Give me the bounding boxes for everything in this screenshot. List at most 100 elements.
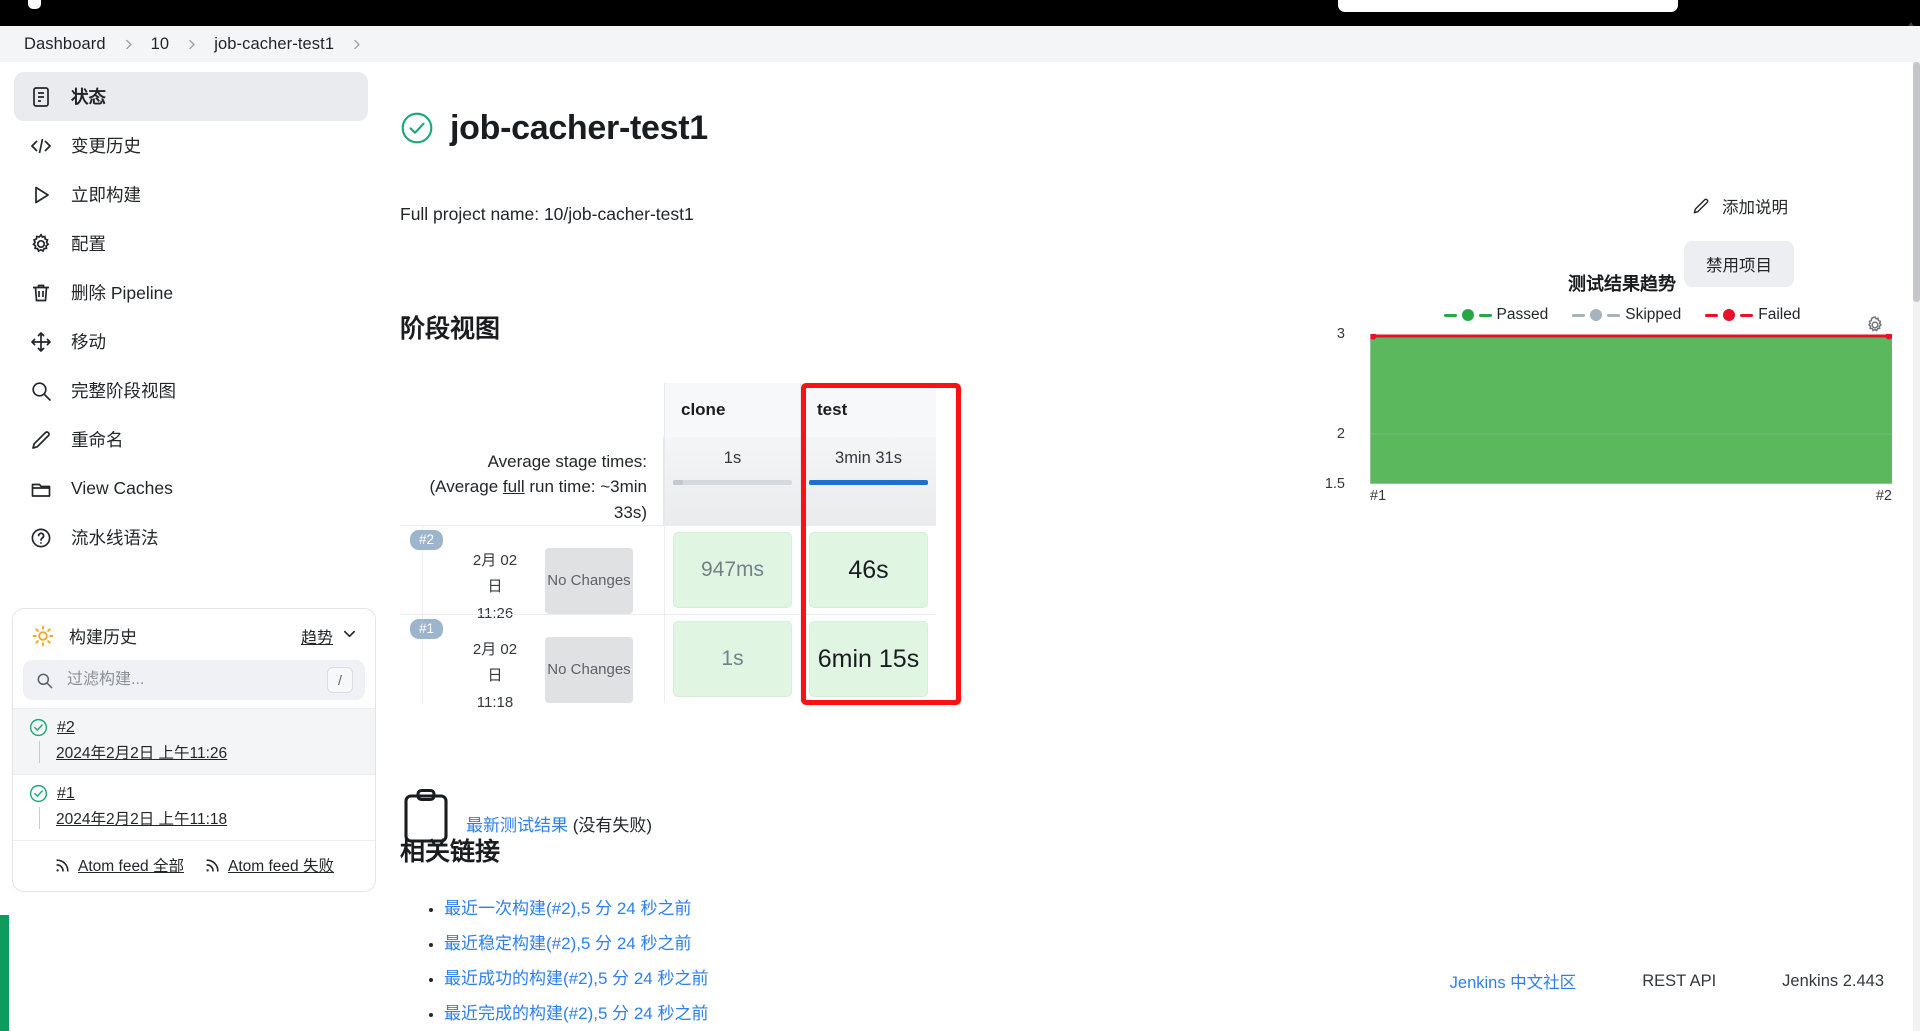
sidebar-item-changes[interactable]: 变更历史 [14, 121, 368, 170]
move-icon [28, 329, 54, 355]
document-icon [28, 84, 54, 110]
chart-svg [1369, 332, 1893, 485]
chart-title: 测试结果趋势 [1568, 274, 1676, 294]
search-icon [28, 378, 54, 404]
breadcrumb-item-dashboard[interactable]: Dashboard [18, 33, 112, 56]
sidebar-item-label: 重命名 [71, 430, 124, 450]
atom-feed-failed[interactable]: Atom feed 失败 [204, 854, 334, 876]
stage-cell[interactable]: 947ms [664, 525, 800, 615]
sidebar-item-status[interactable]: 状态 [14, 72, 368, 121]
pencil-icon [1693, 198, 1709, 214]
chevron-down-icon [342, 626, 357, 646]
legend-item-passed[interactable]: Passed [1443, 306, 1549, 324]
run-badge[interactable]: #2 [410, 530, 444, 551]
legend-line [1443, 313, 1457, 317]
sidebar-item-label: 删除 Pipeline [71, 283, 174, 303]
tab-indicator [28, 0, 41, 9]
build-timestamp[interactable]: 2024年2月2日 上午11:18 [39, 807, 227, 829]
build-filter[interactable]: / [23, 660, 365, 700]
related-links-list: 最近一次构建(#2),5 分 24 秒之前 最近稳定构建(#2),5 分 24 … [400, 894, 1800, 1024]
sidebar-item-view-caches[interactable]: View Caches [14, 464, 368, 513]
x-axis-tick-label: #2 [1875, 488, 1892, 504]
stage-cell[interactable]: 6min 15s [800, 614, 936, 704]
build-history-item[interactable]: #1 2024年2月2日 上午11:18 [13, 774, 375, 840]
sidebar-item-label: 流水线语法 [71, 528, 159, 548]
legend-label: Passed [1496, 306, 1549, 323]
breadcrumb-item-folder[interactable]: 10 [145, 33, 176, 56]
build-history-title: 构建历史 [69, 628, 137, 647]
build-number[interactable]: #1 [57, 785, 75, 803]
gear-icon [1867, 316, 1882, 332]
filter-shortcut-key: / [327, 667, 353, 693]
stage-cell[interactable]: 46s [800, 525, 936, 615]
jenkins-community-link[interactable]: Jenkins 中文社区 [1450, 969, 1577, 993]
success-status-icon [29, 718, 48, 737]
pencil-icon [28, 427, 54, 453]
page-title-row: job-cacher-test1 [400, 86, 1800, 171]
stage-average-value: 1s [723, 448, 742, 467]
add-description-button[interactable]: 添加说明 [1685, 190, 1794, 222]
stage-column-header-test[interactable]: test [800, 382, 936, 437]
stage-column-header-clone[interactable]: clone [664, 382, 800, 437]
rest-api-link[interactable]: REST API [1642, 972, 1716, 991]
code-icon [28, 133, 54, 159]
legend-item-failed[interactable]: Failed [1705, 306, 1800, 324]
sidebar-item-label: 移动 [71, 332, 106, 352]
sidebar-item-move[interactable]: 移动 [14, 317, 368, 366]
sidebar-item-build-now[interactable]: 立即构建 [14, 170, 368, 219]
page-footer: Jenkins 中文社区 REST API Jenkins 2.443 [1450, 969, 1884, 993]
y-axis-tick-label: 1.5 [1324, 476, 1345, 492]
breadcrumb-item-job[interactable]: job-cacher-test1 [208, 33, 340, 56]
related-link[interactable]: 最近稳定构建(#2),5 分 24 秒之前 [444, 934, 692, 953]
related-link[interactable]: 最近完成的构建(#2),5 分 24 秒之前 [444, 1004, 709, 1023]
page-scrollbar-thumb[interactable] [1913, 62, 1920, 302]
sidebar-item-configure[interactable]: 配置 [14, 219, 368, 268]
page-scrollbar[interactable] [1913, 62, 1920, 1031]
legend-dot [1590, 309, 1603, 321]
x-axis-tick-label: #1 [1370, 488, 1387, 504]
build-history-header: 构建历史 趋势 [13, 609, 375, 660]
run-changes: No Changes [545, 548, 633, 615]
atom-feed-all[interactable]: Atom feed 全部 [54, 854, 184, 876]
list-item: 最近完成的构建(#2),5 分 24 秒之前 [444, 999, 1800, 1024]
build-number[interactable]: #2 [57, 719, 75, 737]
legend-dot [1461, 309, 1474, 321]
trend-toggle[interactable]: 趋势 [301, 624, 357, 648]
run-badge[interactable]: #1 [410, 619, 444, 640]
build-timestamp[interactable]: 2024年2月2日 上午11:26 [39, 741, 227, 763]
stage-average-value: 3min 31s [835, 448, 902, 467]
play-icon [28, 182, 54, 208]
weather-sun-icon [31, 624, 55, 648]
folder-icon [28, 476, 54, 502]
sidebar-item-rename[interactable]: 重命名 [14, 415, 368, 464]
sidebar-item-delete-pipeline[interactable]: 删除 Pipeline [14, 268, 368, 317]
test-result-trend-chart: 测试结果趋势 Passed Skipped Failed 3 2 1.5 #1 … [1325, 270, 1893, 504]
stage-duration: 6min 15s [817, 644, 920, 673]
passed-area [1370, 336, 1892, 484]
list-item: 最近稳定构建(#2),5 分 24 秒之前 [444, 929, 1800, 954]
atom-feeds: Atom feed 全部 Atom feed 失败 [13, 840, 375, 891]
stage-cell[interactable]: 1s [664, 614, 800, 704]
stage-duration: 947ms [700, 558, 765, 582]
related-link[interactable]: 最近一次构建(#2),5 分 24 秒之前 [444, 899, 692, 918]
legend-label: Skipped [1625, 306, 1682, 323]
chart-plot: 3 2 1.5 #1 #2 [1325, 326, 1893, 504]
build-filter-input[interactable] [65, 670, 316, 690]
legend-item-skipped[interactable]: Skipped [1572, 306, 1681, 324]
sidebar-item-label: 状态 [71, 87, 106, 107]
legend-line [1478, 313, 1492, 317]
jenkins-version: Jenkins 2.443 [1782, 971, 1884, 990]
related-link[interactable]: 最近成功的构建(#2),5 分 24 秒之前 [444, 969, 709, 988]
breadcrumb: Dashboard 10 job-cacher-test1 [0, 26, 1920, 62]
build-history-item[interactable]: #2 2024年2月2日 上午11:26 [13, 708, 375, 774]
sidebar-item-full-stage-view[interactable]: 完整阶段视图 [14, 366, 368, 415]
add-description-label: 添加说明 [1722, 199, 1788, 217]
legend-label: Failed [1758, 306, 1801, 323]
chevron-right-icon[interactable] [343, 38, 370, 51]
jenkins-job-page: Dashboard 10 job-cacher-test1 状态 变更历史 立即… [0, 0, 1920, 1031]
sidebar-item-pipeline-syntax[interactable]: 流水线语法 [14, 513, 368, 562]
main-content: job-cacher-test1 Full project name: 10/j… [400, 72, 1800, 1031]
stage-average-test: 3min 31s [800, 436, 936, 526]
stage-duration: 46s [848, 555, 889, 584]
search-icon [37, 673, 53, 688]
